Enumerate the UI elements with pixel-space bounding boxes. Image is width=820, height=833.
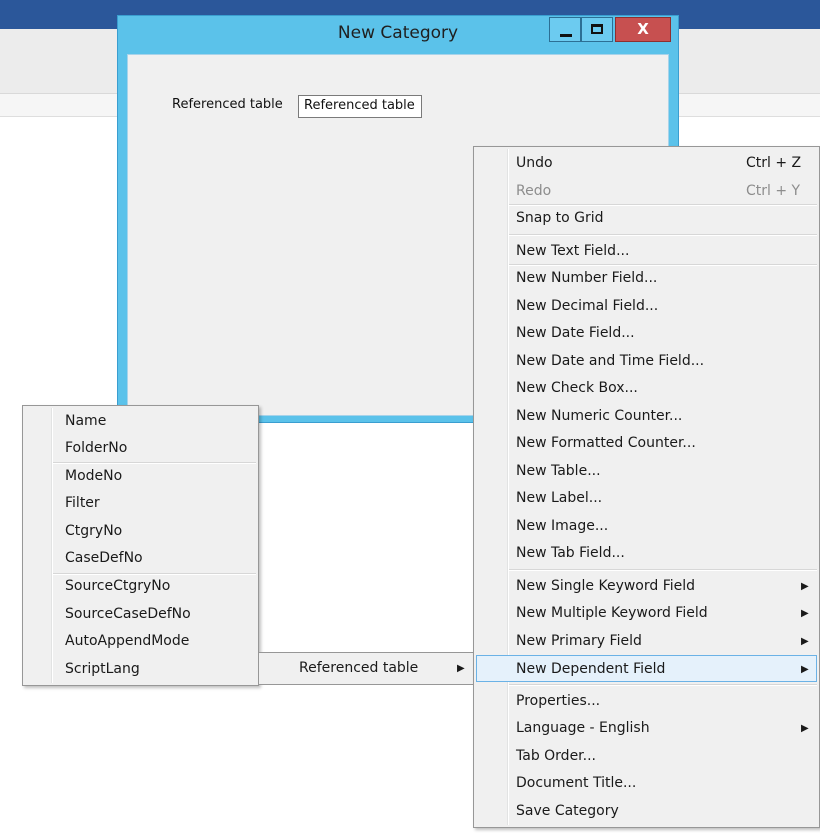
menu-item-name[interactable]: Name	[25, 408, 256, 435]
menu-separator	[509, 234, 817, 236]
menu-item-new-primary-field[interactable]: New Primary Field ▶	[476, 628, 817, 655]
menu-item-new-check-box[interactable]: New Check Box...	[476, 375, 817, 402]
menu-item-new-decimal-field[interactable]: New Decimal Field...	[476, 293, 817, 320]
referenced-table-submenu: Referenced table ▶	[258, 652, 475, 685]
submenu-arrow-icon: ▶	[457, 663, 465, 674]
close-icon: X	[637, 20, 649, 38]
submenu-arrow-icon: ▶	[801, 608, 809, 619]
menu-item-new-formatted-counter[interactable]: New Formatted Counter...	[476, 430, 817, 457]
menu-separator	[509, 684, 817, 686]
menu-item-new-tab-field[interactable]: New Tab Field...	[476, 540, 817, 567]
submenu-arrow-icon: ▶	[801, 723, 809, 734]
menu-item-referenced-table[interactable]: Referenced table ▶	[261, 655, 472, 682]
menu-item-new-text-field[interactable]: New Text Field...	[476, 238, 817, 265]
menu-item-folderno[interactable]: FolderNo	[25, 435, 256, 462]
menu-item-language[interactable]: Language - English ▶	[476, 715, 817, 742]
submenu-arrow-icon: ▶	[801, 664, 809, 675]
maximize-icon	[591, 24, 603, 34]
menu-item-new-multiple-keyword-field[interactable]: New Multiple Keyword Field ▶	[476, 600, 817, 627]
menu-item-new-numeric-counter[interactable]: New Numeric Counter...	[476, 403, 817, 430]
close-button[interactable]: X	[615, 17, 671, 42]
menu-item-new-label[interactable]: New Label...	[476, 485, 817, 512]
menu-item-new-single-keyword-field[interactable]: New Single Keyword Field ▶	[476, 573, 817, 600]
menu-item-new-date-field[interactable]: New Date Field...	[476, 320, 817, 347]
minimize-icon	[560, 34, 572, 37]
menu-item-filter[interactable]: Filter	[25, 490, 256, 517]
menu-item-modeno[interactable]: ModeNo	[25, 463, 256, 490]
submenu-arrow-icon: ▶	[801, 581, 809, 592]
menu-item-new-table[interactable]: New Table...	[476, 458, 817, 485]
menu-item-undo[interactable]: Undo Ctrl + Z	[476, 150, 817, 177]
menu-item-new-image[interactable]: New Image...	[476, 513, 817, 540]
menu-item-redo[interactable]: Redo Ctrl + Y	[476, 178, 817, 205]
menu-item-sourcectgryno[interactable]: SourceCtgryNo	[25, 573, 256, 600]
field-submenu: Name FolderNo ModeNo Filter CtgryNo Case…	[22, 405, 259, 686]
menu-item-sourcecasedefno[interactable]: SourceCaseDefNo	[25, 601, 256, 628]
menu-item-new-date-time-field[interactable]: New Date and Time Field...	[476, 348, 817, 375]
menu-item-new-number-field[interactable]: New Number Field...	[476, 265, 817, 292]
menu-item-properties[interactable]: Properties...	[476, 688, 817, 715]
menu-item-snap-to-grid[interactable]: Snap to Grid	[476, 205, 817, 232]
referenced-table-label: Referenced table	[172, 97, 283, 112]
menu-item-new-dependent-field[interactable]: New Dependent Field ▶	[476, 655, 817, 682]
menu-item-scriptlang[interactable]: ScriptLang	[25, 656, 256, 683]
menu-item-save-category[interactable]: Save Category	[476, 798, 817, 825]
menu-item-casedefno[interactable]: CaseDefNo	[25, 545, 256, 572]
submenu-arrow-icon: ▶	[801, 636, 809, 647]
minimize-button[interactable]	[549, 17, 581, 42]
menu-item-document-title[interactable]: Document Title...	[476, 770, 817, 797]
context-menu: Undo Ctrl + Z Redo Ctrl + Y Snap to Grid…	[473, 146, 820, 828]
menu-item-ctgryno[interactable]: CtgryNo	[25, 518, 256, 545]
menu-separator	[509, 569, 817, 571]
menu-item-autoappendmode[interactable]: AutoAppendMode	[25, 628, 256, 655]
maximize-button[interactable]	[581, 17, 613, 42]
referenced-table-field[interactable]: Referenced table	[298, 95, 422, 118]
menu-item-tab-order[interactable]: Tab Order...	[476, 743, 817, 770]
